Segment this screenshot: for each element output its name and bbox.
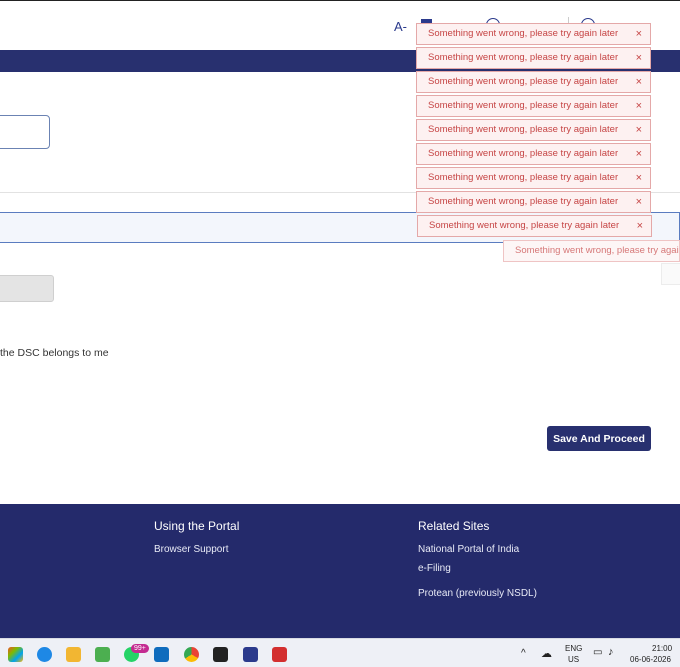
error-toast[interactable]: Something went wrong, please try again l… bbox=[416, 167, 651, 189]
close-icon[interactable]: × bbox=[636, 120, 642, 140]
toast-message: Something went wrong, please try again l… bbox=[428, 172, 619, 183]
whatsapp-unread-badge: 99+ bbox=[131, 644, 149, 653]
text-input-field[interactable] bbox=[0, 115, 50, 149]
taskbar: 99+ ^ ☁ ENG US ▭ ♪ 21:00 06-06-2026 bbox=[0, 638, 680, 667]
close-icon[interactable]: × bbox=[636, 192, 642, 212]
language-indicator-bottom[interactable]: US bbox=[568, 655, 579, 664]
toast-message: Something went wrong, please try again l… bbox=[429, 220, 620, 231]
close-icon[interactable]: × bbox=[636, 24, 642, 44]
pdf-app-icon[interactable] bbox=[272, 647, 287, 662]
close-icon[interactable]: × bbox=[637, 216, 643, 236]
tds-app-icon[interactable] bbox=[243, 647, 258, 662]
language-indicator-top[interactable]: ENG bbox=[565, 644, 582, 653]
error-toast[interactable]: Something went wrong, please try again l… bbox=[416, 23, 651, 45]
close-icon[interactable]: × bbox=[636, 168, 642, 188]
footer: Using the Portal Browser Support Related… bbox=[0, 504, 680, 638]
error-toast[interactable]: Something went wrong, please try again l… bbox=[416, 191, 651, 213]
toast-message: Something went wrong, please try again l… bbox=[515, 245, 679, 256]
clock-time[interactable]: 21:00 bbox=[652, 644, 672, 653]
toast-message: Something went wrong, please try again l… bbox=[428, 76, 619, 87]
error-toast-fading[interactable]: Something went wrong, please try again l… bbox=[503, 240, 680, 262]
dsc-declaration-text: the DSC belongs to me bbox=[0, 347, 109, 359]
save-and-proceed-button[interactable]: Save And Proceed bbox=[547, 426, 651, 451]
toast-message: Something went wrong, please try again l… bbox=[428, 28, 619, 39]
toast-message: Something went wrong, please try again l… bbox=[428, 148, 619, 159]
close-icon[interactable]: × bbox=[636, 72, 642, 92]
font-decrease-button[interactable]: A- bbox=[394, 19, 407, 34]
mail-icon[interactable] bbox=[154, 647, 169, 662]
footer-related-sites-title: Related Sites bbox=[418, 519, 490, 533]
error-toast[interactable]: Something went wrong, please try again l… bbox=[417, 215, 652, 237]
footer-using-portal-title: Using the Portal bbox=[154, 519, 240, 533]
footer-link-national-portal[interactable]: National Portal of India bbox=[418, 544, 519, 555]
error-toast[interactable]: Something went wrong, please try again l… bbox=[416, 71, 651, 93]
file-explorer-icon[interactable] bbox=[66, 647, 81, 662]
disabled-button bbox=[0, 275, 54, 302]
error-toast[interactable]: Something went wrong, please try again l… bbox=[416, 47, 651, 69]
close-icon[interactable]: × bbox=[636, 144, 642, 164]
copilot-icon[interactable] bbox=[8, 647, 23, 662]
toast-message: Something went wrong, please try again l… bbox=[428, 52, 619, 63]
store-icon[interactable] bbox=[95, 647, 110, 662]
close-icon[interactable]: × bbox=[636, 48, 642, 68]
footer-link-efiling[interactable]: e-Filing bbox=[418, 563, 451, 574]
volume-icon[interactable]: ♪ bbox=[608, 646, 614, 658]
cloud-icon[interactable]: ☁ bbox=[541, 647, 552, 660]
task-app-icon[interactable] bbox=[213, 647, 228, 662]
close-icon[interactable]: × bbox=[636, 96, 642, 116]
footer-link-protean[interactable]: Protean (previously NSDL) bbox=[418, 588, 537, 599]
error-toast[interactable]: Something went wrong, please try again l… bbox=[416, 95, 651, 117]
toast-ghost bbox=[661, 263, 680, 285]
network-icon[interactable]: ▭ bbox=[593, 647, 602, 658]
error-toast[interactable]: Something went wrong, please try again l… bbox=[416, 119, 651, 141]
toast-message: Something went wrong, please try again l… bbox=[428, 124, 619, 135]
toast-message: Something went wrong, please try again l… bbox=[428, 100, 619, 111]
edge-browser-icon[interactable] bbox=[37, 647, 52, 662]
error-toast[interactable]: Something went wrong, please try again l… bbox=[416, 143, 651, 165]
clock-date[interactable]: 06-06-2026 bbox=[630, 655, 671, 664]
chrome-icon[interactable] bbox=[184, 647, 199, 662]
footer-link-browser-support[interactable]: Browser Support bbox=[154, 544, 228, 555]
toast-message: Something went wrong, please try again l… bbox=[428, 196, 619, 207]
chevron-up-icon[interactable]: ^ bbox=[521, 648, 526, 659]
